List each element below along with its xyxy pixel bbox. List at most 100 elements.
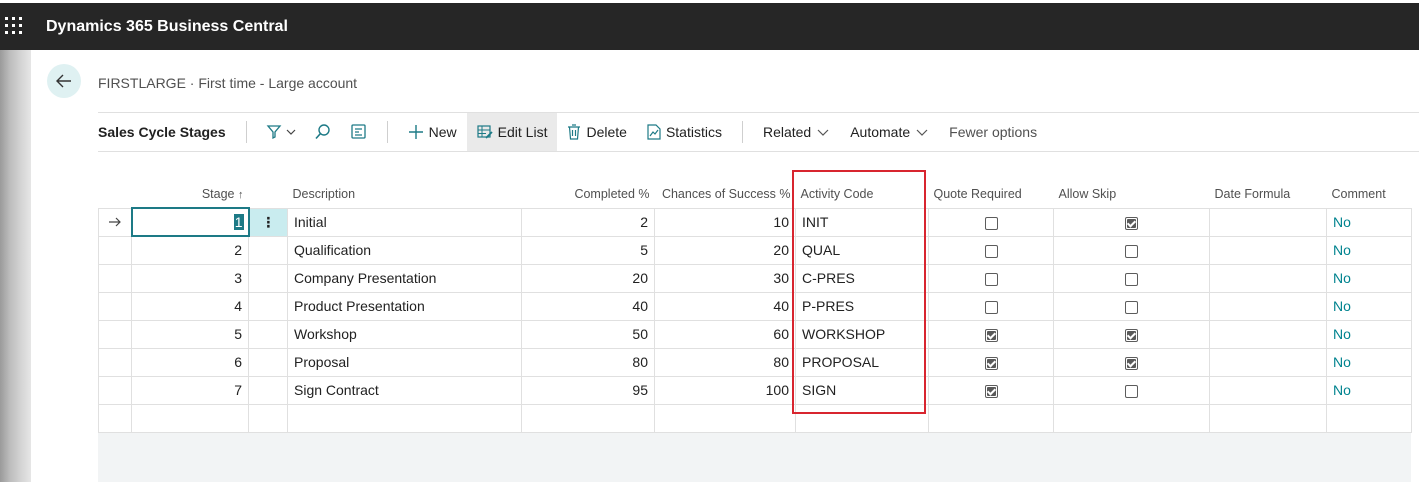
cell-comment-link[interactable]: No (1326, 263, 1412, 293)
quote-required-checkbox[interactable] (984, 216, 998, 230)
quote-required-checkbox[interactable] (984, 356, 998, 370)
allow-skip-checkbox[interactable] (1125, 328, 1138, 342)
cell-date-formula[interactable] (1209, 207, 1327, 237)
column-header-completed[interactable]: Completed % (522, 181, 655, 208)
cell-activity-code[interactable]: C-PRES (795, 263, 929, 293)
cell-stage[interactable]: 3 (131, 263, 249, 293)
back-button[interactable] (47, 64, 81, 98)
quote-required-checkbox[interactable] (984, 244, 998, 258)
table-row[interactable]: 2 Qualification 5 20 QUAL No (98, 235, 1412, 265)
cell-chances[interactable]: 100 (654, 375, 796, 405)
column-header-comment[interactable]: Comment (1327, 181, 1412, 208)
cell-stage[interactable]: 2 (131, 235, 249, 265)
cell-comment-link[interactable]: No (1326, 319, 1412, 349)
more-options-icon[interactable]: ⋮ (261, 214, 275, 230)
empty-cell[interactable] (521, 403, 655, 433)
edit-list-button[interactable]: Edit List (466, 113, 558, 151)
cell-comment-link[interactable]: No (1326, 347, 1412, 377)
filter-pane-toggle[interactable] (257, 113, 305, 151)
allow-skip-checkbox[interactable] (1125, 272, 1138, 286)
cell-stage[interactable]: 6 (131, 347, 249, 377)
row-menu-cell[interactable] (248, 319, 288, 349)
quote-required-checkbox[interactable] (984, 384, 998, 398)
column-header-quote-required[interactable]: Quote Required (929, 181, 1054, 208)
allow-skip-checkbox[interactable] (1125, 384, 1138, 398)
cell-date-formula[interactable] (1209, 319, 1327, 349)
empty-new-row[interactable] (98, 403, 1412, 433)
row-menu-cell[interactable] (248, 235, 288, 265)
table-row[interactable]: 7 Sign Contract 95 100 SIGN No (98, 375, 1412, 405)
cell-activity-code[interactable]: INIT (795, 207, 929, 237)
cell-date-formula[interactable] (1209, 347, 1327, 377)
row-menu-cell[interactable] (248, 263, 288, 293)
cell-activity-code[interactable]: QUAL (795, 235, 929, 265)
empty-cell[interactable] (654, 403, 796, 433)
cell-stage[interactable]: 1 (130, 207, 250, 237)
allow-skip-checkbox[interactable] (1125, 244, 1138, 258)
cell-chances[interactable]: 10 (654, 207, 796, 237)
table-row[interactable]: 6 Proposal 80 80 PROPOSAL No (98, 347, 1412, 377)
new-button[interactable]: New (398, 113, 467, 151)
cell-activity-code[interactable]: PROPOSAL (795, 347, 929, 377)
column-header-description[interactable]: Description (288, 181, 522, 208)
app-title[interactable]: Dynamics 365 Business Central (46, 18, 288, 36)
cell-activity-code[interactable]: SIGN (795, 375, 929, 405)
cell-stage[interactable]: 5 (131, 319, 249, 349)
column-header-chances[interactable]: Chances of Success % (655, 181, 796, 208)
cell-date-formula[interactable] (1209, 375, 1327, 405)
row-menu-cell[interactable] (248, 375, 288, 405)
cell-activity-code[interactable]: WORKSHOP (795, 319, 929, 349)
allow-skip-checkbox[interactable] (1125, 356, 1138, 370)
column-header-date-formula[interactable]: Date Formula (1210, 181, 1327, 208)
search-button[interactable] (305, 113, 341, 151)
cell-chances[interactable]: 40 (654, 291, 796, 321)
cell-comment-link[interactable]: No (1326, 235, 1412, 265)
column-header-activity-code[interactable]: Activity Code (796, 181, 929, 208)
automate-menu[interactable]: Automate (840, 113, 939, 151)
cell-description[interactable]: Company Presentation (287, 263, 522, 293)
row-menu-cell[interactable] (248, 291, 288, 321)
cell-chances[interactable]: 20 (654, 235, 796, 265)
allow-skip-checkbox[interactable] (1125, 300, 1138, 314)
empty-cell[interactable] (928, 403, 1054, 433)
cell-chances[interactable]: 80 (654, 347, 796, 377)
cell-activity-code[interactable]: P-PRES (795, 291, 929, 321)
empty-cell[interactable] (131, 403, 249, 433)
cell-completed[interactable]: 2 (521, 207, 655, 237)
cell-date-formula[interactable] (1209, 235, 1327, 265)
cell-comment-link[interactable]: No (1326, 375, 1412, 405)
table-row[interactable]: 3 Company Presentation 20 30 C-PRES No (98, 263, 1412, 293)
cell-completed[interactable]: 95 (521, 375, 655, 405)
cell-stage[interactable]: 4 (131, 291, 249, 321)
cell-chances[interactable]: 30 (654, 263, 796, 293)
cell-completed[interactable]: 5 (521, 235, 655, 265)
fewer-options-button[interactable]: Fewer options (939, 113, 1047, 151)
quote-required-checkbox[interactable] (984, 272, 998, 286)
allow-skip-checkbox[interactable] (1125, 216, 1138, 230)
cell-description[interactable]: Product Presentation (287, 291, 522, 321)
table-row[interactable]: 1 ⋮ Initial 2 10 INIT No (98, 207, 1412, 237)
delete-button[interactable]: Delete (557, 113, 636, 151)
quote-required-checkbox[interactable] (984, 328, 998, 342)
row-menu-cell[interactable] (248, 347, 288, 377)
cell-completed[interactable]: 20 (521, 263, 655, 293)
column-header-allow-skip[interactable]: Allow Skip (1054, 181, 1210, 208)
cell-description[interactable]: Workshop (287, 319, 522, 349)
empty-cell[interactable] (1209, 403, 1327, 433)
empty-cell[interactable] (287, 403, 522, 433)
cell-completed[interactable]: 50 (521, 319, 655, 349)
app-launcher-icon[interactable] (5, 17, 23, 35)
empty-cell[interactable] (795, 403, 929, 433)
cell-description[interactable]: Sign Contract (287, 375, 522, 405)
cell-stage[interactable]: 7 (131, 375, 249, 405)
cell-completed[interactable]: 80 (521, 347, 655, 377)
cell-comment-link[interactable]: No (1326, 291, 1412, 321)
cell-chances[interactable]: 60 (654, 319, 796, 349)
statistics-button[interactable]: Statistics (637, 113, 732, 151)
quote-required-checkbox[interactable] (984, 300, 998, 314)
cell-comment-link[interactable]: No (1326, 207, 1412, 237)
cell-description[interactable]: Initial (287, 207, 522, 237)
table-row[interactable]: 4 Product Presentation 40 40 P-PRES No (98, 291, 1412, 321)
empty-cell[interactable] (1326, 403, 1412, 433)
empty-cell[interactable] (248, 403, 288, 433)
